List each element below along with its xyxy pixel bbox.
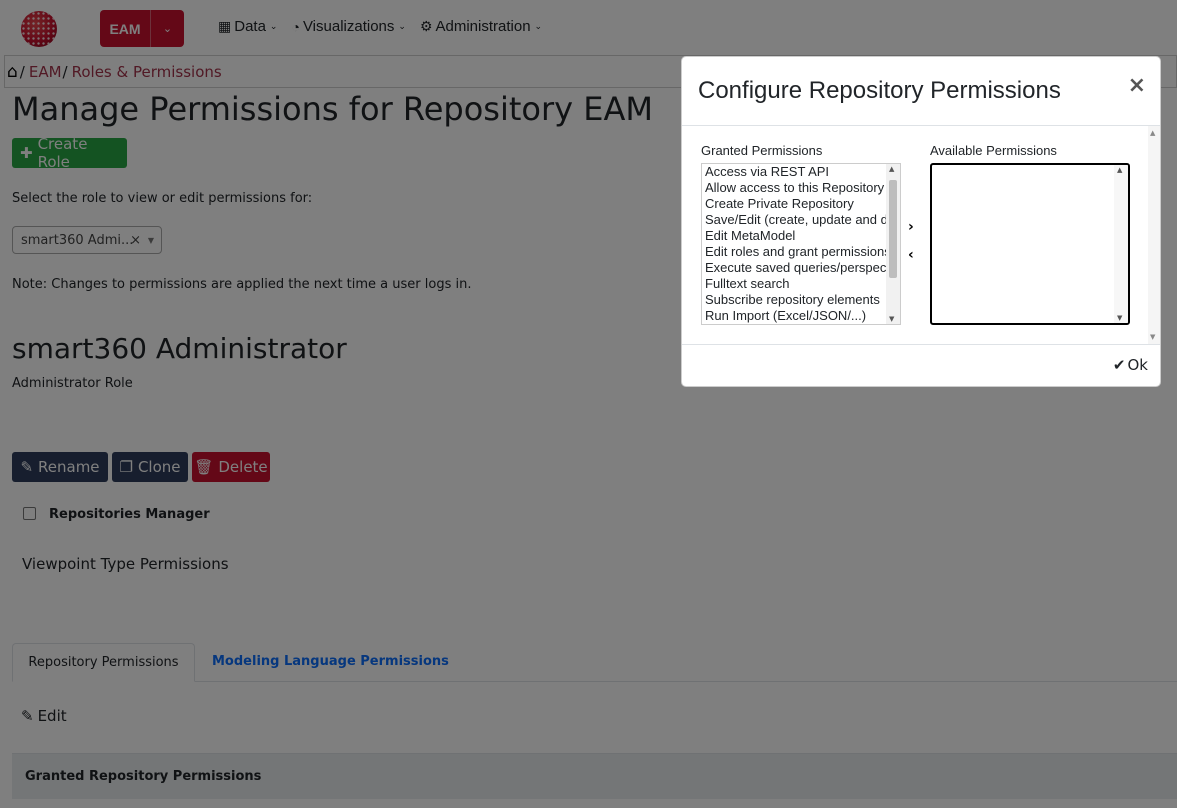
granted-permission-item[interactable]: Run Import (Excel/JSON/...) — [705, 308, 887, 324]
close-icon[interactable]: × — [1128, 73, 1146, 98]
granted-permission-item[interactable]: Allow access to this Repository — [705, 180, 887, 196]
move-left-button[interactable]: ‹ — [908, 247, 914, 263]
granted-permission-item[interactable]: Access via REST API — [705, 164, 887, 180]
granted-permission-item[interactable]: Create Private Repository — [705, 196, 887, 212]
scroll-up-icon[interactable]: ▲ — [889, 165, 894, 173]
configure-permissions-modal: Configure Repository Permissions × Grant… — [681, 56, 1161, 387]
modal-title: Configure Repository Permissions — [698, 77, 1061, 104]
scroll-down-icon[interactable]: ▼ — [1150, 333, 1155, 341]
scrollbar[interactable]: ▲ ▼ — [886, 164, 900, 324]
ok-button[interactable]: ✔ Ok — [1113, 356, 1148, 374]
granted-items: Access via REST API Allow access to this … — [705, 164, 887, 324]
granted-permission-item[interactable]: Edit roles and grant permissions — [705, 244, 887, 260]
scrollbar[interactable]: ▲ ▼ — [1114, 165, 1128, 323]
scroll-down-icon[interactable]: ▼ — [889, 315, 894, 323]
scroll-up-icon[interactable]: ▲ — [1117, 166, 1122, 174]
move-right-button[interactable]: › — [908, 219, 914, 235]
granted-permission-item[interactable]: Edit MetaModel — [705, 228, 887, 244]
ok-label: Ok — [1127, 356, 1149, 374]
granted-permissions-list[interactable]: Access via REST API Allow access to this … — [701, 163, 901, 325]
granted-permissions-label: Granted Permissions — [701, 143, 823, 158]
available-permissions-list[interactable]: ▲ ▼ — [930, 163, 1130, 325]
scroll-down-icon[interactable]: ▼ — [1117, 314, 1122, 322]
modal-body-scrollbar[interactable]: ▲ ▼ — [1148, 126, 1160, 344]
modal-divider — [682, 344, 1160, 345]
granted-permission-item[interactable]: Execute saved queries/perspec — [705, 260, 887, 276]
granted-permission-item[interactable]: Save/Edit (create, update and d — [705, 212, 887, 228]
scroll-up-icon[interactable]: ▲ — [1150, 129, 1155, 137]
granted-permission-item[interactable]: Fulltext search — [705, 276, 887, 292]
available-permissions-label: Available Permissions — [930, 143, 1057, 158]
granted-permission-item[interactable]: Subscribe repository elements — [705, 292, 887, 308]
modal-divider — [682, 125, 1160, 126]
check-icon: ✔ — [1112, 356, 1126, 374]
scrollbar-thumb[interactable] — [889, 180, 897, 278]
